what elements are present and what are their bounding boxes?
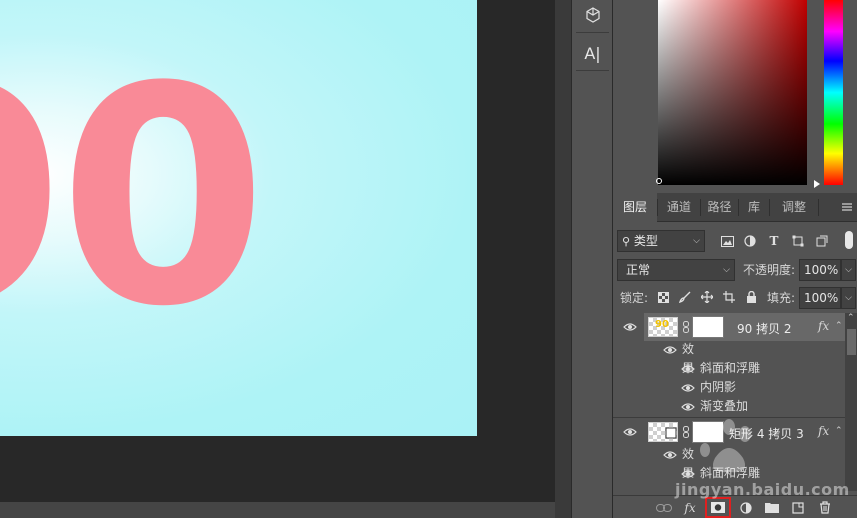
canvas-area[interactable]: 90 <box>0 0 555 502</box>
tab-libraries[interactable]: 库 <box>739 193 769 222</box>
color-picker-panel <box>612 0 857 193</box>
pixel-filter-icon[interactable] <box>719 233 735 249</box>
layer-row[interactable]: 矩形 4 拷贝 3 fx ⌃ <box>613 418 845 446</box>
lock-label: 锁定: <box>620 291 649 305</box>
layer-thumbnail[interactable]: 90 <box>648 317 678 337</box>
lock-position-move-icon[interactable] <box>699 289 715 305</box>
layer-thumbnail[interactable] <box>648 422 678 442</box>
scrollbar-thumb[interactable] <box>847 329 856 355</box>
shape-layer-badge-icon <box>665 427 677 439</box>
canvas-horizontal-scrollbar[interactable] <box>0 502 555 518</box>
eye-visibility-icon[interactable] <box>623 322 637 332</box>
layers-scrollbar[interactable]: ⌃ <box>845 313 857 491</box>
layer-name[interactable]: 90 拷贝 2 <box>737 320 792 337</box>
chain-link-icon[interactable] <box>683 321 689 333</box>
photoshop-window: 90 A| 图层 通道 路径 库 调整 <box>0 0 857 518</box>
eye-visibility-icon[interactable] <box>663 450 677 460</box>
blend-mode-dropdown[interactable]: 正常 ⌵ <box>617 259 735 281</box>
chain-link-icon[interactable] <box>683 426 689 438</box>
collapsed-panel-strip: A| <box>571 0 612 518</box>
layer-thumbnail-text: 90 <box>655 319 669 330</box>
fill-value: 100% <box>804 291 839 305</box>
chevron-up-icon[interactable]: ⌃ <box>835 321 843 331</box>
effect-label: 斜面和浮雕 <box>700 466 761 480</box>
fill-dropdown-button[interactable]: ⌵ <box>841 287 856 309</box>
type-filter-icon[interactable]: T <box>766 233 782 249</box>
hue-slider-handle[interactable] <box>814 180 820 188</box>
opacity-label: 不透明度: <box>743 263 796 277</box>
hue-slider[interactable] <box>824 0 843 185</box>
effect-label: 渐变叠加 <box>700 399 749 413</box>
fx-icon[interactable]: fx <box>681 499 699 516</box>
layer-name[interactable]: 矩形 4 拷贝 3 <box>729 425 804 442</box>
trash-icon[interactable] <box>816 499 834 516</box>
chevron-down-icon: ⌵ <box>693 236 700 246</box>
layer-row[interactable]: 90 90 拷贝 2 fx ⌃ <box>613 313 845 341</box>
fill-label: 填充: <box>767 291 796 305</box>
shape-filter-icon[interactable] <box>790 233 806 249</box>
chevron-down-icon: ⌵ <box>845 265 852 275</box>
eye-visibility-icon[interactable] <box>623 427 637 437</box>
opacity-value: 100% <box>804 263 839 277</box>
adjustment-filter-icon[interactable] <box>742 233 758 249</box>
new-layer-icon[interactable] <box>789 499 807 516</box>
eye-visibility-icon[interactable] <box>681 364 695 374</box>
smart-object-filter-icon[interactable] <box>814 233 830 249</box>
group-folder-icon[interactable] <box>763 499 781 516</box>
eye-visibility-icon[interactable] <box>681 383 695 393</box>
tab-divider <box>818 199 819 216</box>
chevron-down-icon: ⌵ <box>845 293 852 303</box>
type-tool-label: A| <box>584 43 601 63</box>
panel-tab-bar: 图层 通道 路径 库 调整 <box>613 193 857 222</box>
eye-visibility-icon[interactable] <box>663 345 677 355</box>
lock-all-padlock-icon[interactable] <box>743 289 759 305</box>
opacity-dropdown-button[interactable]: ⌵ <box>841 259 856 281</box>
opacity-input[interactable]: 100% <box>799 259 841 281</box>
fill-input[interactable]: 100% <box>799 287 841 309</box>
eye-visibility-icon[interactable] <box>681 469 695 479</box>
chevron-up-icon[interactable]: ⌃ <box>835 426 843 436</box>
tab-adjustments[interactable]: 调整 <box>770 193 818 222</box>
color-field-marker[interactable] <box>656 178 662 184</box>
filter-search-icon: ⚲ <box>622 235 631 248</box>
effect-label: 斜面和浮雕 <box>700 361 761 375</box>
layer-filter-dropdown[interactable]: ⚲ 类型 ⌵ <box>617 230 705 252</box>
panel-menu-icon[interactable] <box>842 202 852 212</box>
tab-paths[interactable]: 路径 <box>701 193 738 222</box>
fx-icon[interactable]: fx <box>818 319 829 333</box>
layers-panel-footer: fx <box>613 495 857 518</box>
link-layers-icon[interactable] <box>655 499 673 516</box>
chevron-down-icon: ⌵ <box>723 265 730 275</box>
fx-icon[interactable]: fx <box>818 424 829 438</box>
blend-mode-value: 正常 <box>626 263 651 277</box>
effect-label: 内阴影 <box>700 380 737 394</box>
tab-layers[interactable]: 图层 <box>613 193 657 222</box>
panel-dock-divider[interactable] <box>555 0 571 518</box>
tab-channels[interactable]: 通道 <box>658 193 700 222</box>
filter-toggle-switch[interactable] <box>845 231 853 249</box>
lock-artboard-crop-icon[interactable] <box>721 289 737 305</box>
tool-separator <box>576 32 609 33</box>
lock-transparency-icon[interactable] <box>655 289 671 305</box>
lock-pixels-brush-icon[interactable] <box>677 289 693 305</box>
add-mask-highlight-box <box>705 497 731 518</box>
layers-list: 90 90 拷贝 2 fx ⌃ 效果 斜面和浮雕 内阴影 <box>613 313 845 493</box>
canvas-3d-text: 90 <box>0 23 267 372</box>
saturation-brightness-field[interactable] <box>658 0 807 185</box>
tool-separator <box>576 70 609 71</box>
layers-panel: 图层 通道 路径 库 调整 ⚲ 类型 ⌵ T 正常 ⌵ 不透明度: 100% ⌵… <box>612 193 857 518</box>
filter-type-label: 类型 <box>633 234 658 248</box>
eye-visibility-icon[interactable] <box>681 402 695 412</box>
document-canvas[interactable]: 90 <box>0 0 477 436</box>
layer-mask-thumbnail[interactable] <box>692 316 724 338</box>
scroll-up-arrow-icon[interactable]: ⌃ <box>847 313 855 323</box>
3d-tool-icon[interactable] <box>576 0 609 30</box>
vector-mask-thumbnail[interactable] <box>692 421 724 443</box>
adjustment-layer-icon[interactable] <box>737 499 755 516</box>
type-tool-icon[interactable]: A| <box>576 38 609 68</box>
